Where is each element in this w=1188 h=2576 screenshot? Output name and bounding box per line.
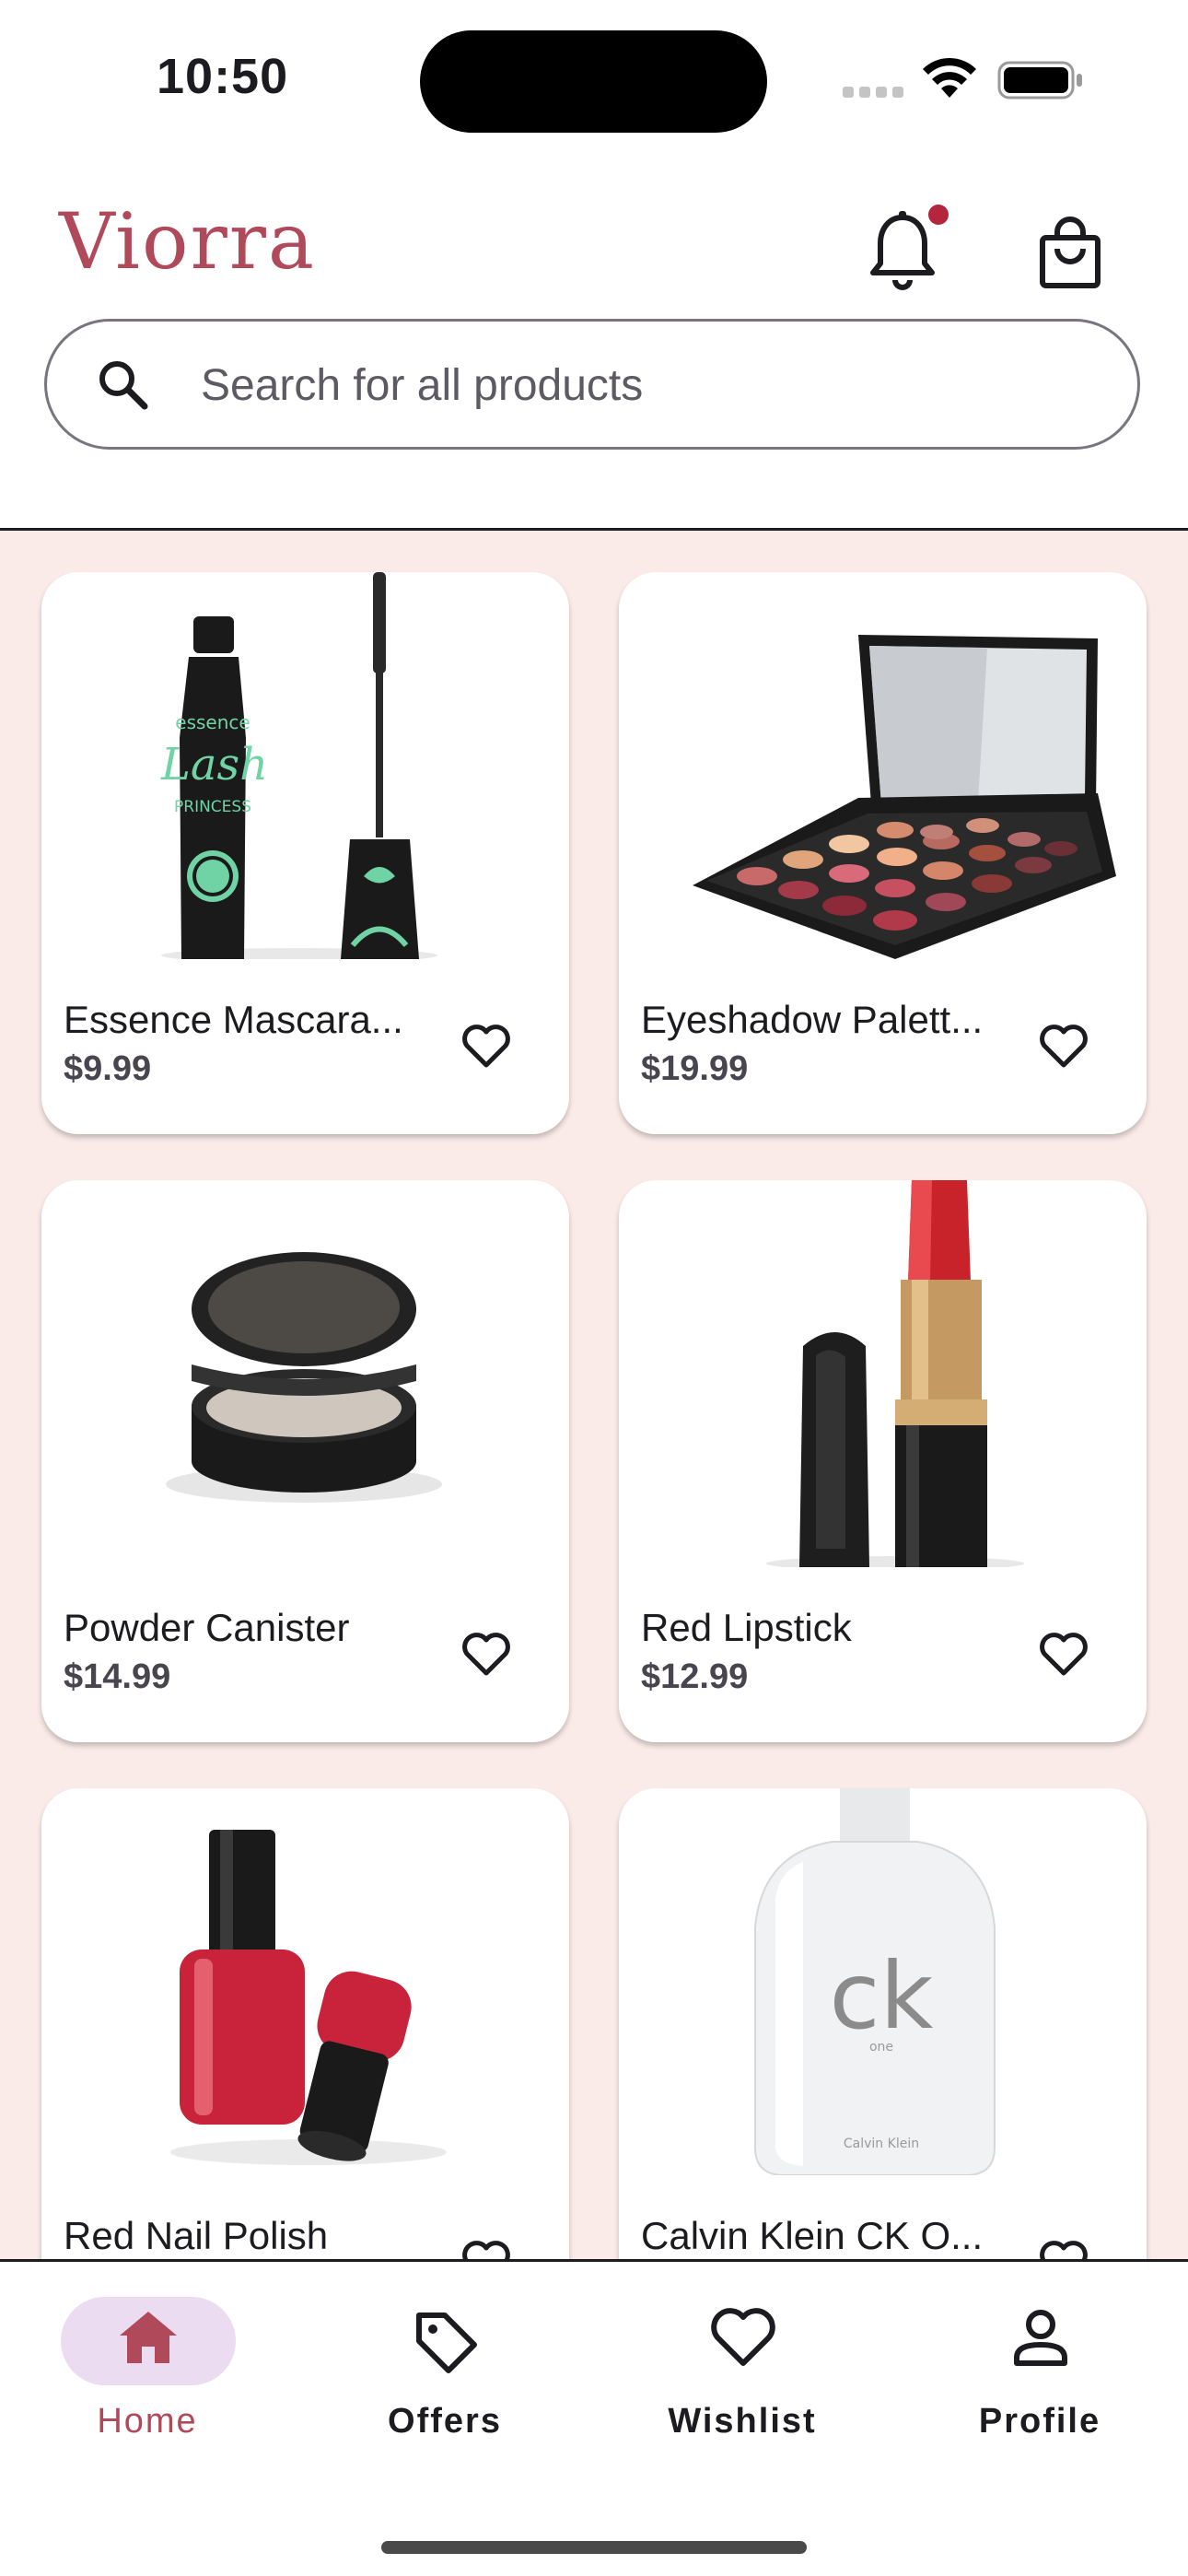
product-card[interactable]: ck one Calvin Klein Calvin Klein CK O... <box>619 1788 1147 2259</box>
search-bar[interactable] <box>44 319 1140 450</box>
nav-label: Wishlist <box>668 2402 817 2441</box>
status-time: 10:50 <box>157 49 289 104</box>
heart-outline-icon <box>1040 1025 1088 1068</box>
product-image-eyeshadow-palette <box>693 635 1116 959</box>
add-to-wishlist-button[interactable] <box>454 2231 518 2259</box>
svg-text:PRINCESS: PRINCESS <box>174 798 251 816</box>
product-name: Eyeshadow Palett... <box>641 998 984 1041</box>
add-to-wishlist-button[interactable] <box>454 1622 518 1687</box>
add-to-wishlist-button[interactable] <box>1031 2231 1096 2259</box>
product-image-mascara: essence Lash PRINCESS <box>160 572 437 959</box>
product-name: Powder Canister <box>64 1606 350 1649</box>
wifi-icon <box>923 57 976 98</box>
nav-profile[interactable]: Profile <box>920 2297 1159 2444</box>
svg-text:one: one <box>869 2040 893 2055</box>
product-price: $19.99 <box>641 1049 749 1088</box>
product-name: Calvin Klein CK O... <box>641 2214 984 2257</box>
heart-icon <box>711 2308 775 2366</box>
dynamic-island <box>420 30 767 133</box>
product-card[interactable]: Eyeshadow Palett... $19.99 <box>619 572 1147 1134</box>
product-card[interactable]: Powder Canister $14.99 <box>41 1180 569 1742</box>
nav-offers[interactable]: Offers <box>325 2297 565 2444</box>
heart-outline-icon <box>1040 2241 1088 2259</box>
nav-home[interactable]: Home <box>28 2297 267 2444</box>
add-to-wishlist-button[interactable] <box>1031 1622 1096 1687</box>
shopping-bag-icon <box>1040 217 1101 288</box>
svg-text:essence: essence <box>175 711 250 733</box>
product-name: Red Lipstick <box>641 1606 852 1649</box>
heart-outline-icon <box>462 1633 510 1676</box>
cart-button[interactable] <box>1033 214 1107 292</box>
product-card[interactable]: essence Lash PRINCESS Essence Mascara...… <box>41 572 569 1134</box>
product-image-lipstick <box>766 1180 1024 1567</box>
product-name: Red Nail Polish <box>64 2214 329 2257</box>
add-to-wishlist-button[interactable] <box>1031 1014 1096 1079</box>
notifications-button[interactable] <box>866 210 939 293</box>
product-price: $14.99 <box>64 1657 171 1696</box>
svg-text:Calvin Klein: Calvin Klein <box>844 2137 919 2151</box>
bell-icon <box>870 211 935 290</box>
svg-text:Lash: Lash <box>160 739 268 790</box>
product-image-perfume-bottle: ck one Calvin Klein <box>754 1788 996 2175</box>
heart-outline-icon <box>462 1025 510 1068</box>
heart-outline-icon <box>462 2241 510 2259</box>
svg-text:ck: ck <box>830 1942 934 2050</box>
nav-wishlist[interactable]: Wishlist <box>623 2297 862 2444</box>
search-icon <box>99 361 148 410</box>
tag-icon <box>416 2313 477 2373</box>
nav-label: Profile <box>978 2402 1101 2441</box>
nav-label: Offers <box>388 2402 502 2441</box>
product-name: Essence Mascara... <box>64 998 403 1041</box>
notification-badge <box>928 205 949 225</box>
nav-label: Home <box>97 2402 198 2441</box>
product-price: $12.99 <box>641 1657 749 1696</box>
search-input[interactable] <box>199 349 1077 421</box>
battery-icon <box>997 61 1082 100</box>
bottom-navigation: Home Offers Wishlist Profile <box>0 2259 1188 2576</box>
home-indicator <box>381 2541 807 2554</box>
product-card[interactable]: Red Lipstick $12.99 <box>619 1180 1147 1742</box>
add-to-wishlist-button[interactable] <box>454 1014 518 1079</box>
cellular-signal-icon <box>843 87 903 98</box>
status-bar: 10:50 <box>0 0 1188 157</box>
product-card[interactable]: Red Nail Polish <box>41 1788 569 2259</box>
product-price: $9.99 <box>64 1049 152 1088</box>
product-image-nail-polish <box>170 1830 447 2165</box>
heart-outline-icon <box>1040 1633 1088 1676</box>
product-image-powder-compact <box>166 1252 442 1503</box>
brand-logo: Viorra <box>59 196 317 287</box>
home-icon <box>120 2312 177 2363</box>
person-icon <box>1014 2310 1067 2366</box>
product-grid: essence Lash PRINCESS Essence Mascara...… <box>0 531 1188 2259</box>
